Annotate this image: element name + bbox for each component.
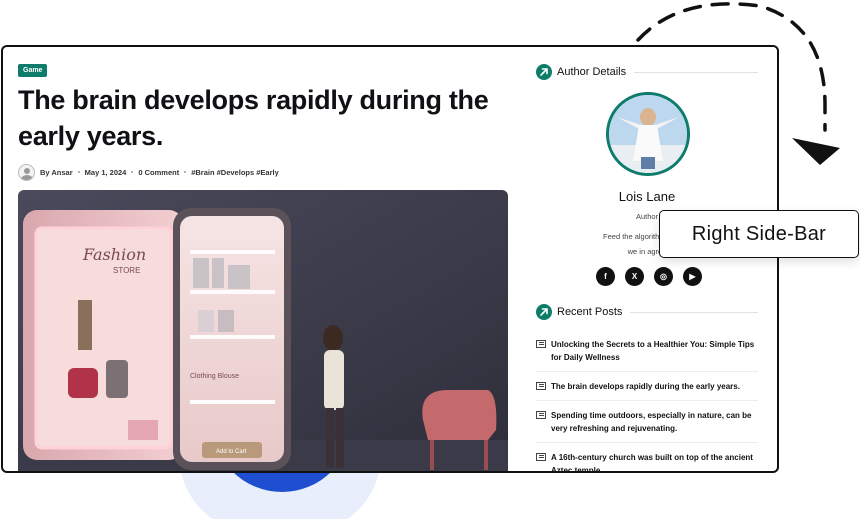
post-meta: By Ansar May 1, 2024 0 Comment #Brain #D… (18, 162, 279, 182)
image-brand-sub-text: STORE (113, 266, 140, 275)
recent-post-title[interactable]: Unlocking the Secrets to a Healthier You… (551, 338, 758, 364)
meta-separator (184, 171, 187, 173)
featured-image-illustration: Fashion STORE Clothing Blouse Add to Car… (18, 190, 508, 471)
right-sidebar-callout-label: Right Side-Bar (659, 210, 859, 258)
recent-posts-header: Recent Posts (536, 302, 758, 322)
recent-post-item[interactable]: A 16th-century church was built on top o… (536, 443, 758, 471)
recent-post-item[interactable]: Unlocking the Secrets to a Healthier You… (536, 330, 758, 372)
recent-posts-title: Recent Posts (557, 306, 623, 318)
meta-separator (131, 171, 134, 173)
facebook-icon[interactable]: f (596, 267, 615, 286)
blog-post-card: Game The brain develops rapidly during t… (1, 45, 779, 473)
recent-post-title[interactable]: The brain develops rapidly during the ea… (551, 380, 740, 393)
x-icon[interactable]: X (625, 267, 644, 286)
screenshot-stage: Game The brain develops rapidly during t… (0, 0, 860, 519)
meta-separator (77, 171, 80, 173)
article-icon (536, 382, 546, 390)
youtube-icon[interactable]: ▶ (683, 267, 702, 286)
post-comments[interactable]: 0 Comment (138, 168, 179, 177)
recent-post-item[interactable]: Spending time outdoors, especially in na… (536, 401, 758, 443)
recent-post-title[interactable]: A 16th-century church was built on top o… (551, 451, 758, 471)
article-icon (536, 411, 546, 419)
post-date: May 1, 2024 (84, 167, 127, 177)
author-name[interactable]: Lois Lane (536, 189, 758, 204)
post-tags[interactable]: #Brain #Develops #Early (191, 168, 279, 177)
post-author[interactable]: By Ansar (40, 168, 73, 177)
image-brand-text: Fashion (82, 245, 146, 264)
author-social-links: f X ◎ ▶ (596, 267, 702, 286)
arrow-up-right-icon (536, 304, 552, 320)
post-featured-image: Fashion STORE Clothing Blouse Add to Car… (18, 190, 508, 471)
article-icon (536, 453, 546, 461)
instagram-icon[interactable]: ◎ (654, 267, 673, 286)
arrow-up-right-icon (536, 64, 552, 80)
image-product-text: Clothing Blouse (190, 373, 239, 380)
section-divider (634, 71, 758, 73)
category-badge[interactable]: Game (18, 64, 48, 77)
recent-post-title[interactable]: Spending time outdoors, especially in na… (551, 409, 758, 435)
author-details-title: Author Details (557, 66, 627, 78)
author-avatar-icon (18, 163, 35, 181)
post-title: The brain develops rapidly during the ea… (18, 85, 489, 151)
recent-posts-section: Recent Posts Unlocking the Secrets to a … (536, 302, 758, 471)
right-sidebar: Author Details Lois Lane Author Feed the… (536, 62, 758, 471)
article-icon (536, 340, 546, 348)
author-photo (606, 92, 690, 176)
author-details-header: Author Details (536, 62, 758, 82)
recent-post-item[interactable]: The brain develops rapidly during the ea… (536, 372, 758, 401)
section-divider (630, 311, 758, 313)
image-button-text: Add to Cart (216, 449, 247, 455)
